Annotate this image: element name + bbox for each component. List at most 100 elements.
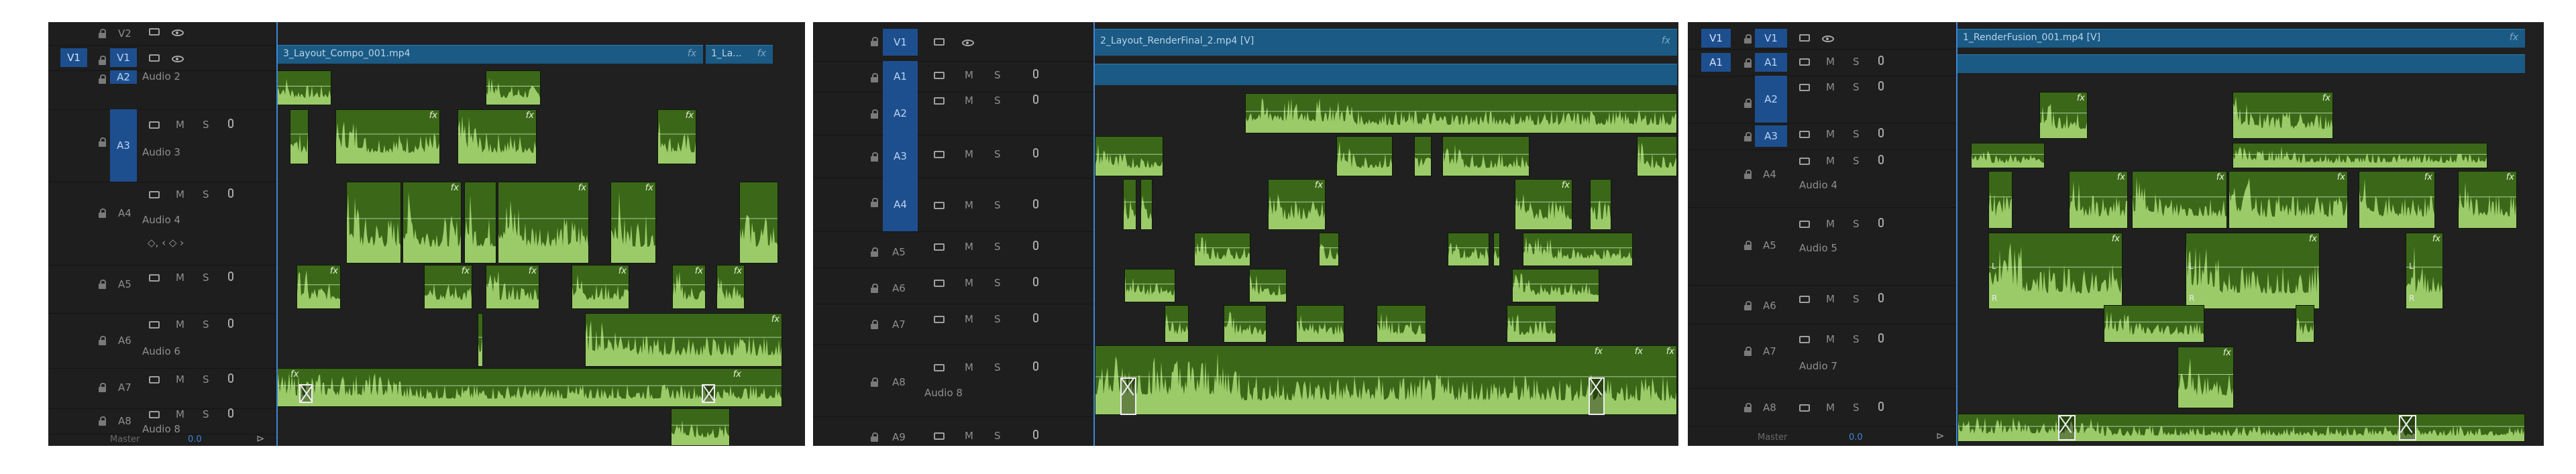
solo-button[interactable]: S	[994, 69, 1001, 81]
audio-clip[interactable]	[1414, 136, 1432, 176]
mute-button[interactable]: M	[1826, 333, 1835, 345]
speaker-icon[interactable]: ⊳	[256, 432, 265, 445]
mic-icon[interactable]	[1033, 199, 1038, 209]
audio-clip[interactable]	[276, 70, 331, 105]
audio-clip[interactable]	[1971, 143, 2045, 168]
lock-icon[interactable]	[871, 109, 878, 119]
mute-button[interactable]: M	[965, 430, 973, 442]
lock-icon[interactable]	[99, 416, 106, 426]
audio-clip[interactable]: fx	[498, 182, 589, 263]
playhead[interactable]	[1093, 22, 1095, 446]
solo-button[interactable]: S	[994, 361, 1001, 373]
mute-button[interactable]: M	[965, 69, 973, 81]
solo-button[interactable]: S	[994, 95, 1001, 107]
video-clip[interactable]: 1_La... fx	[706, 45, 773, 64]
video-clip[interactable]: 3_Layout_Compo_001.mp4 fx	[278, 45, 703, 64]
lock-icon[interactable]	[99, 29, 106, 38]
solo-button[interactable]: S	[1853, 218, 1860, 230]
audio-clip[interactable]	[1957, 414, 2525, 442]
mic-icon[interactable]	[228, 188, 233, 198]
timeline-area[interactable]: 1_RenderFusion_001.mp4 [V] fx fx fx fx fx…	[1956, 22, 2544, 446]
film-icon[interactable]	[934, 432, 945, 440]
playhead[interactable]	[276, 22, 278, 446]
solo-button[interactable]: S	[1853, 155, 1860, 167]
audio-clip[interactable]: fx	[2233, 92, 2333, 139]
film-icon[interactable]	[1799, 158, 1810, 165]
solo-button[interactable]: S	[994, 277, 1001, 289]
audio-clip[interactable]	[1377, 305, 1426, 343]
lock-icon[interactable]	[99, 280, 106, 289]
film-icon[interactable]	[1799, 34, 1810, 42]
mute-button[interactable]: M	[176, 188, 184, 200]
film-icon[interactable]	[149, 54, 160, 62]
audio-clip[interactable]	[486, 70, 541, 105]
track-target-a3[interactable]: A3	[883, 135, 918, 178]
audio-clip[interactable]	[1224, 305, 1267, 343]
film-icon[interactable]	[934, 316, 945, 323]
lock-icon[interactable]	[871, 198, 878, 207]
audio-clip-a1[interactable]	[1957, 54, 2525, 73]
audio-clip[interactable]	[671, 408, 730, 446]
mic-icon[interactable]	[1033, 277, 1038, 286]
audio-clip[interactable]: fx	[458, 109, 537, 164]
audio-clip[interactable]	[346, 182, 401, 263]
solo-button[interactable]: S	[1853, 333, 1860, 345]
solo-button[interactable]: S	[203, 408, 209, 420]
audio-clip[interactable]: fx	[402, 182, 462, 263]
source-patch-a1[interactable]: A1	[1701, 53, 1731, 72]
mute-button[interactable]: M	[965, 241, 973, 253]
audio-clip[interactable]	[1165, 305, 1189, 343]
track-target-a2[interactable]: A2	[110, 70, 137, 84]
audio-clip[interactable]	[1637, 136, 1677, 176]
lock-icon[interactable]	[871, 284, 878, 293]
audio-clip[interactable]	[1448, 233, 1489, 266]
mic-icon[interactable]	[1033, 241, 1038, 250]
film-icon[interactable]	[149, 411, 160, 418]
keyframe-icon[interactable]	[1589, 377, 1605, 415]
master-volume-value[interactable]: 0.0	[1849, 432, 1863, 442]
film-icon[interactable]	[934, 97, 945, 105]
mic-icon[interactable]	[1878, 81, 1884, 91]
mic-icon[interactable]	[228, 318, 233, 328]
keyframe-icon[interactable]	[702, 384, 715, 403]
mute-button[interactable]: M	[965, 148, 973, 160]
lock-icon[interactable]	[871, 73, 878, 82]
film-icon[interactable]	[934, 202, 945, 209]
mute-button[interactable]: M	[965, 361, 973, 373]
audio-clip[interactable]	[1336, 136, 1393, 176]
source-patch-v1[interactable]: V1	[1701, 29, 1731, 48]
eye-icon[interactable]	[172, 29, 184, 36]
audio-clip[interactable]	[1140, 179, 1152, 230]
film-icon[interactable]	[934, 243, 945, 251]
lock-icon[interactable]	[99, 336, 106, 345]
mute-button[interactable]: M	[965, 313, 973, 325]
audio-clip[interactable]	[739, 182, 778, 263]
audio-clip[interactable]	[1523, 233, 1633, 266]
solo-button[interactable]: S	[994, 313, 1001, 325]
film-icon[interactable]	[149, 121, 160, 129]
mic-icon[interactable]	[1033, 95, 1038, 104]
lock-icon[interactable]	[1744, 34, 1752, 44]
solo-button[interactable]: S	[203, 318, 209, 331]
mic-icon[interactable]	[228, 272, 233, 281]
audio-clip[interactable]	[1123, 179, 1136, 230]
mic-icon[interactable]	[1033, 361, 1038, 371]
mic-icon[interactable]	[228, 408, 233, 418]
solo-button[interactable]: S	[994, 241, 1001, 253]
audio-clip[interactable]: fx	[716, 265, 745, 309]
master-volume-value[interactable]: 0.0	[188, 434, 202, 445]
audio-clip[interactable]	[1512, 269, 1599, 302]
mic-icon[interactable]	[1878, 218, 1884, 227]
mute-button[interactable]: M	[1826, 218, 1835, 230]
solo-button[interactable]: S	[1853, 293, 1860, 305]
audio-clip[interactable]: fx	[1515, 179, 1572, 230]
solo-button[interactable]: S	[1853, 81, 1860, 93]
audio-clip[interactable]	[1296, 305, 1344, 343]
audio-clip[interactable]	[1249, 269, 1287, 302]
mic-icon[interactable]	[228, 119, 233, 128]
mute-button[interactable]: M	[176, 272, 184, 284]
timeline-area[interactable]: 2_Layout_RenderFinal_2.mp4 [V] fx fx fx f…	[1093, 22, 1678, 446]
lock-icon[interactable]	[99, 137, 106, 147]
lock-icon[interactable]	[871, 432, 878, 442]
solo-button[interactable]: S	[994, 199, 1001, 211]
